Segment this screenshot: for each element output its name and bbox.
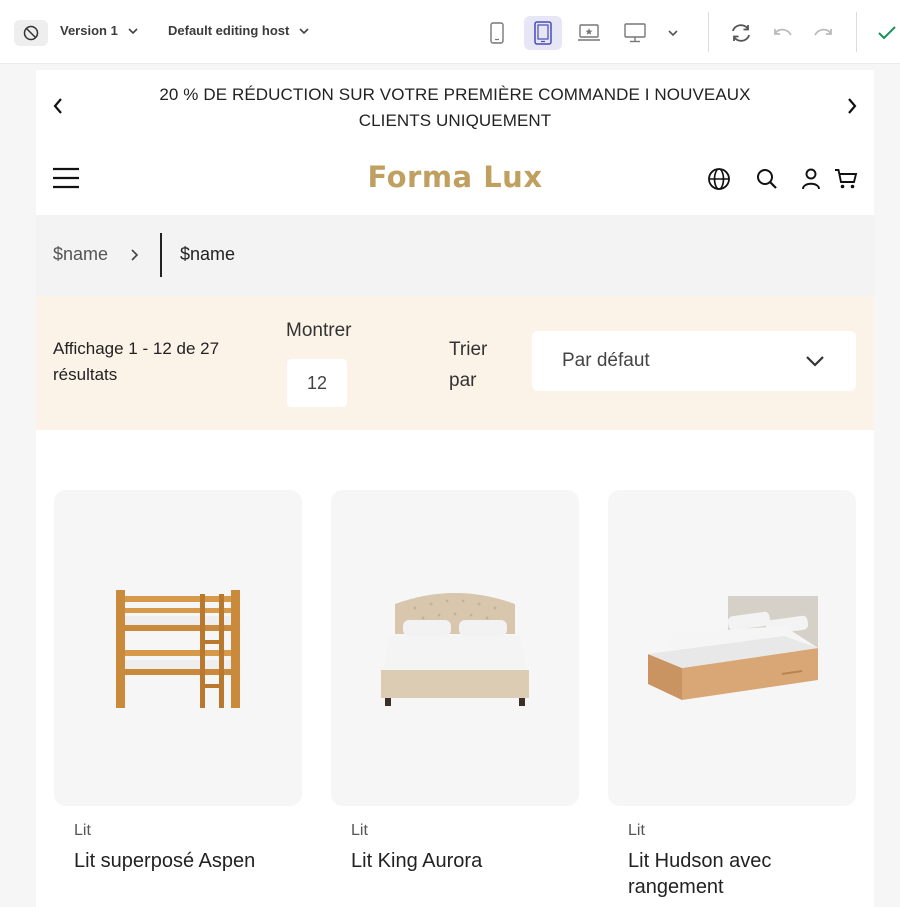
page-preview: 20 % DE RÉDUCTION SUR VOTRE PREMIÈRE COM… xyxy=(36,70,874,907)
product-image[interactable] xyxy=(331,490,579,806)
chevron-right-icon xyxy=(131,249,139,261)
site-logo[interactable]: Forma Lux xyxy=(36,160,874,194)
announcement-bar: 20 % DE RÉDUCTION SUR VOTRE PREMIÈRE COM… xyxy=(36,70,874,144)
account-button[interactable] xyxy=(798,166,824,192)
search-icon xyxy=(757,169,777,189)
device-phone-button[interactable] xyxy=(478,16,516,50)
product-card[interactable]: Lit Lit superposé Aspen xyxy=(54,490,302,874)
version-dropdown[interactable]: Version 1 xyxy=(60,23,140,38)
chevron-down-icon xyxy=(128,27,138,34)
sort-selected-value: Par défaut xyxy=(562,350,650,371)
product-title[interactable]: Lit Hudson avec rangement xyxy=(628,848,808,900)
announcement-next-button[interactable] xyxy=(840,94,864,118)
disable-button[interactable] xyxy=(14,20,48,46)
laptop-star-icon xyxy=(578,24,600,41)
redo-icon xyxy=(814,28,832,36)
device-laptop-button[interactable] xyxy=(570,16,608,50)
breadcrumb-current: $name xyxy=(180,244,236,264)
chevron-down-icon xyxy=(299,27,309,34)
confirm-button[interactable] xyxy=(872,18,900,48)
sort-label: Trier par xyxy=(449,334,499,396)
user-icon xyxy=(802,168,820,190)
editor-toolbar: Version 1 Default editing host xyxy=(0,0,900,64)
sort-select[interactable]: Par défaut xyxy=(532,331,856,391)
storage-bed-image xyxy=(648,596,818,700)
product-image[interactable] xyxy=(54,490,302,806)
language-button[interactable] xyxy=(706,166,732,192)
device-more-dropdown[interactable] xyxy=(654,16,692,50)
cart-icon xyxy=(835,169,858,189)
refresh-button[interactable] xyxy=(726,18,756,48)
breadcrumb: $name $name xyxy=(36,215,874,296)
announcement-prev-button[interactable] xyxy=(46,94,70,118)
undo-icon xyxy=(774,28,792,36)
toolbar-divider xyxy=(708,12,709,52)
product-image[interactable] xyxy=(608,490,856,806)
undo-button[interactable] xyxy=(768,18,798,48)
results-count: Affichage 1 - 12 de 27 résultats xyxy=(53,339,220,384)
editing-host-dropdown[interactable]: Default editing host xyxy=(168,23,311,38)
device-desktop-button[interactable] xyxy=(616,16,654,50)
site-header: Forma Lux xyxy=(36,150,874,214)
upholstered-bed-image xyxy=(381,593,529,706)
phone-icon xyxy=(490,22,504,44)
checkmark-icon xyxy=(878,26,896,40)
version-label: Version 1 xyxy=(60,23,118,38)
refresh-icon xyxy=(732,24,750,42)
toolbar-divider xyxy=(856,12,857,52)
product-card[interactable]: Lit Lit Hudson avec rangement xyxy=(608,490,856,900)
chevron-left-icon xyxy=(53,98,62,114)
bunk-bed-image xyxy=(116,590,240,708)
redo-button[interactable] xyxy=(808,18,838,48)
show-per-page-label: Montrer xyxy=(286,320,352,341)
per-page-select[interactable]: 12 xyxy=(287,359,347,407)
cart-button[interactable] xyxy=(833,166,859,192)
product-card[interactable]: Lit Lit King Aurora xyxy=(331,490,579,874)
product-category: Lit xyxy=(628,822,645,839)
search-button[interactable] xyxy=(754,166,780,192)
tablet-icon xyxy=(534,21,552,45)
product-title[interactable]: Lit superposé Aspen xyxy=(74,848,302,874)
globe-icon xyxy=(708,168,730,190)
breadcrumb-link[interactable]: $name xyxy=(53,244,108,265)
desktop-icon xyxy=(624,23,646,43)
product-category: Lit xyxy=(351,822,368,839)
editing-host-label: Default editing host xyxy=(168,23,290,38)
product-category: Lit xyxy=(74,822,91,839)
sort-label-text: Trier par xyxy=(449,339,488,391)
chevron-down-icon xyxy=(806,356,824,367)
chevron-down-icon xyxy=(668,30,678,37)
breadcrumb-divider xyxy=(160,233,162,277)
product-title[interactable]: Lit King Aurora xyxy=(351,848,579,874)
ban-icon xyxy=(23,25,39,41)
device-tablet-button[interactable] xyxy=(524,16,562,50)
filter-bar: Affichage 1 - 12 de 27 résultats Montrer… xyxy=(36,296,874,430)
product-grid: Lit Lit superposé Aspen Lit Lit King Aur… xyxy=(36,430,874,907)
announcement-text: 20 % DE RÉDUCTION SUR VOTRE PREMIÈRE COM… xyxy=(159,85,751,130)
chevron-right-icon xyxy=(848,98,857,114)
